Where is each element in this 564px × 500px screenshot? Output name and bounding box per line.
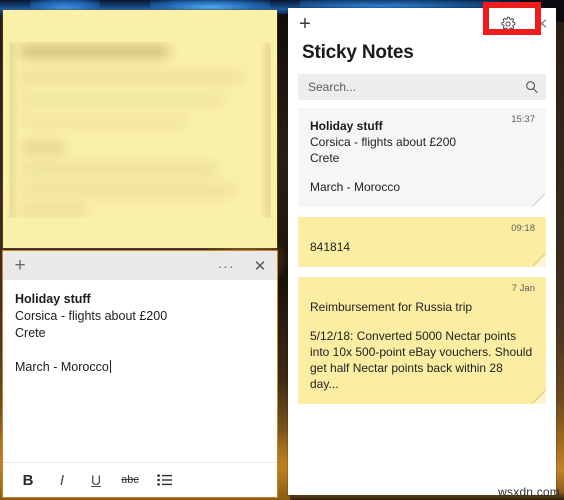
magnifier-icon [526,81,538,94]
note-line: Holiday stuff [15,292,91,306]
note-preview-line: get half Nectar points back within 28 da… [310,361,503,391]
watermark: wsxdn.com [498,485,560,499]
note-timestamp: 7 Jan [511,283,535,294]
note-blank-line [310,166,534,179]
note-preview-line: into 10x 500-point eBay vouchers. Should [310,345,533,359]
notes-list[interactable]: 15:37 Holiday stuff Corsica - flights ab… [288,108,556,495]
blurred-note-content [9,42,271,218]
blurred-text-line [19,94,224,105]
blurred-note-edge [265,42,271,218]
blurred-note-edge [9,42,14,218]
note-preview-line: Reimbursement for Russia trip [310,300,473,314]
note-preview-line: March - Morocco [310,180,401,194]
note-menu-button[interactable]: ··· [209,251,243,280]
screen: + ··· ✕ Holiday stuff Corsica - flights … [0,0,564,500]
blurred-text-line [19,46,169,57]
blurred-sticky-note[interactable] [3,10,277,248]
search-bar[interactable] [298,74,546,100]
blurred-text-line [19,164,219,175]
new-note-button[interactable]: + [288,8,322,40]
note-editor-window[interactable]: + ··· ✕ Holiday stuff Corsica - flights … [2,250,278,498]
note-preview-line: 841814 [310,240,351,254]
blurred-text-line [21,142,66,153]
search-input[interactable] [298,79,518,95]
note-timestamp: 15:37 [511,114,535,125]
blurred-text-line [19,116,189,127]
close-panel-button[interactable]: ✕ [528,8,556,40]
note-fold-corner [533,194,546,207]
bullet-list-button[interactable] [147,465,181,495]
note-line: Crete [15,326,46,340]
note-title: Holiday stuff [310,119,383,133]
note-editor-titlebar: + ··· ✕ [3,251,277,280]
formatting-toolbar: B I U abc [3,462,277,497]
note-preview-line: Corsica - flights about £200 [310,135,457,149]
search-icon[interactable] [518,80,546,94]
note-fold-corner [533,254,546,267]
note-list-item[interactable]: 7 Jan Reimbursement for Russia trip 5/12… [298,277,546,404]
note-timestamp: 09:18 [511,223,535,234]
blurred-text-line [19,72,244,83]
note-preview-line: Crete [310,151,340,165]
note-preview-line: 5/12/18: Converted 5000 Nectar points [310,329,517,343]
italic-button[interactable]: I [45,465,79,495]
add-note-button[interactable]: + [3,251,37,280]
close-note-button[interactable]: ✕ [243,251,277,280]
sticky-notes-list-window[interactable]: + ✕ Sticky Notes 15:37 [288,8,556,495]
bold-button[interactable]: B [11,465,45,495]
strikethrough-button[interactable]: abc [113,465,147,495]
bullet-list-icon [156,474,172,486]
underline-button[interactable]: U [79,465,113,495]
note-list-item[interactable]: 09:18 841814 [298,217,546,267]
note-line-text: March - Morocco [15,360,109,374]
note-text-area[interactable]: Holiday stuff Corsica - flights about £2… [3,280,277,462]
page-title: Sticky Notes [302,42,414,63]
blurred-text-line [19,205,89,216]
note-list-item[interactable]: 15:37 Holiday stuff Corsica - flights ab… [298,108,546,207]
note-line-with-caret: March - Morocco [15,359,265,376]
note-line: Corsica - flights about £200 [15,309,168,323]
note-fold-corner [533,391,546,404]
note-blank-line [15,342,265,359]
note-blank-line [310,315,534,328]
settings-gear-button[interactable] [488,8,528,40]
gear-icon [501,16,516,31]
blurred-text-line [19,185,237,196]
notes-panel-titlebar: + ✕ [288,8,556,40]
text-caret [109,360,111,373]
